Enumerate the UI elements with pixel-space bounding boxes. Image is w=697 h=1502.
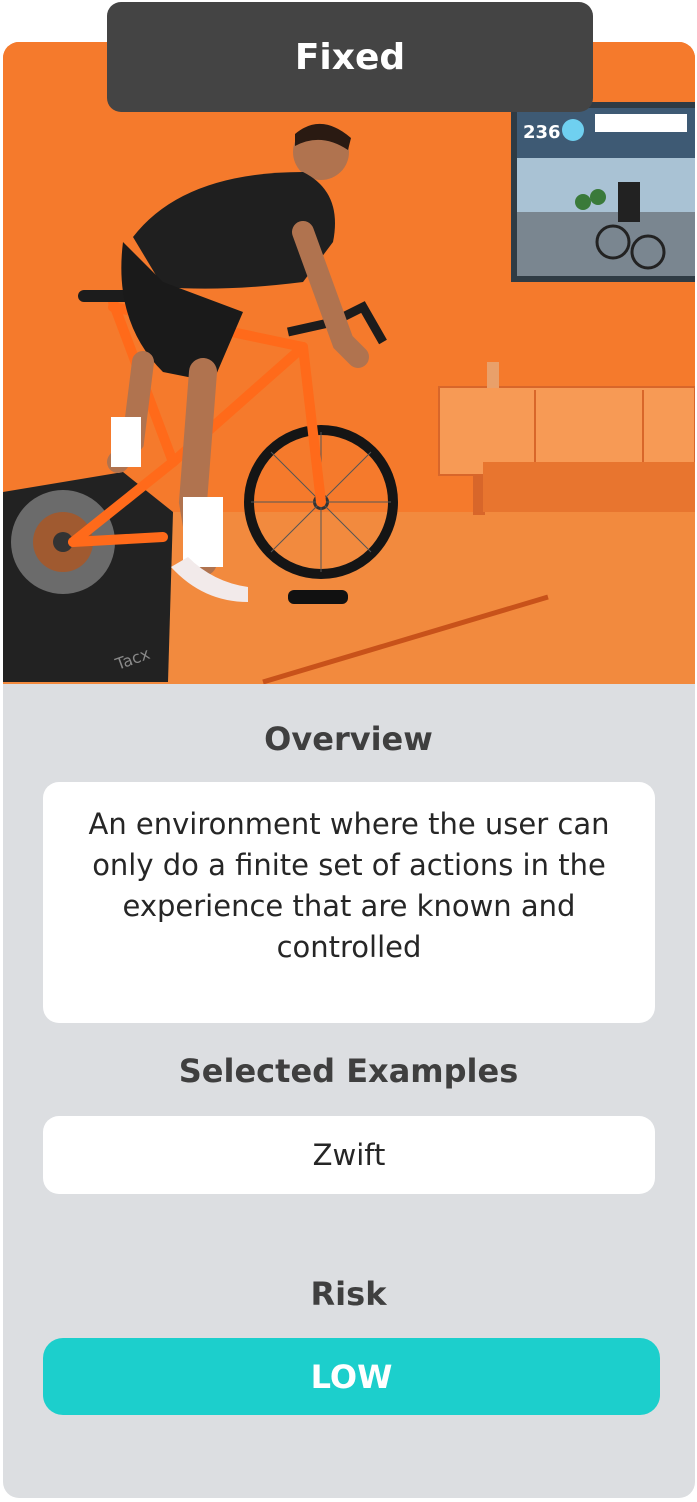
overview-box: An environment where the user can only d… bbox=[43, 782, 655, 1023]
indoor-cycling-illustration: 236 Tacx bbox=[3, 42, 695, 684]
hero-photo: 236 Tacx bbox=[3, 42, 695, 684]
risk-heading: Risk bbox=[310, 1275, 387, 1313]
smart-trainer: Tacx bbox=[3, 472, 173, 682]
overview-heading: Overview bbox=[264, 720, 433, 758]
page-title: Fixed bbox=[107, 2, 593, 112]
tv-screen: 236 bbox=[511, 102, 695, 282]
example-item: Zwift bbox=[43, 1116, 655, 1194]
risk-level-badge: LOW bbox=[43, 1338, 660, 1415]
examples-heading: Selected Examples bbox=[178, 1052, 519, 1090]
tv-power-readout: 236 bbox=[523, 122, 561, 143]
overview-description: An environment where the user can only d… bbox=[88, 807, 610, 964]
example-zwift-label: Zwift bbox=[312, 1138, 386, 1172]
